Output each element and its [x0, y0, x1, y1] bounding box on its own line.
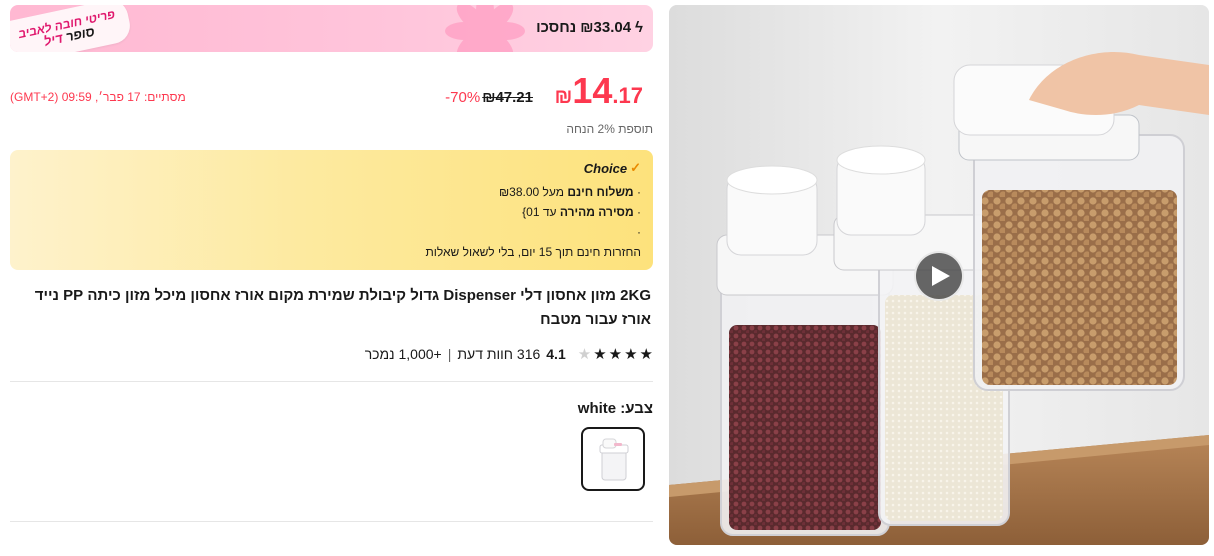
lightning-icon: ϟ: [635, 19, 643, 36]
original-price: -70% ₪47.21: [445, 89, 533, 106]
free-shipping-threshold: מעל ₪38.00: [498, 185, 564, 199]
swatch-thumbnail: [599, 438, 629, 481]
star-icon: ★: [577, 345, 592, 363]
variant-label: צבע: white: [10, 400, 653, 417]
price-fraction: .17: [612, 83, 643, 108]
variant-selected-value: white: [577, 400, 617, 417]
product-main-image[interactable]: [669, 5, 1209, 545]
star-icon: ★: [593, 345, 607, 363]
super-deal-banner: ϟ ₪33.04 נחסכו פריטי חובה לאביב סופר דיל: [10, 5, 653, 52]
product-info-panel: ϟ ₪33.04 נחסכו פריטי חובה לאביב סופר דיל…: [10, 5, 653, 522]
fast-delivery-line: · מסירה מהירה עד 01}: [522, 205, 641, 219]
rating-row: ★ ★ ★ ★ ★ 4.1 316 חוות דעת | +1,000 נמכר: [10, 342, 653, 366]
star-icon: ★: [624, 345, 638, 363]
price-whole: 14: [572, 70, 613, 111]
extra-discount-note: תוספת 2% הנחה: [566, 122, 653, 136]
discount-percent: -70%: [445, 89, 481, 106]
star-icon: ★: [608, 345, 623, 363]
savings-amount: ϟ ₪33.04 נחסכו: [536, 19, 643, 36]
deal-end-time: מסתיים: 17 פבר׳, 09:59 (GMT+2): [10, 90, 186, 104]
flower-decoration: [445, 5, 525, 52]
fast-delivery-label: מסירה מהירה: [559, 205, 634, 219]
play-icon: [932, 266, 950, 286]
strikethrough-price: ₪47.21: [482, 89, 533, 106]
choice-title: ✓ Choice: [22, 160, 641, 176]
choice-benefits-box[interactable]: ✓ Choice · משלוח חינם מעל ₪38.00 · מסירה…: [10, 150, 653, 270]
currency-symbol: ₪: [554, 86, 573, 108]
price-row: ₪ 14 .17 -70% ₪47.21 מסתיים: 17 פבר׳, 09:…: [10, 70, 653, 122]
divider: [10, 381, 653, 382]
deal-tag-highlight: דיל: [42, 30, 65, 50]
fast-delivery-date: עד 01}: [522, 205, 557, 219]
empty-bullet-line: ·: [637, 225, 641, 239]
free-returns-line: החזרות חינם תוך 15 יום, בלי לשאול שאלות: [425, 245, 641, 259]
review-count[interactable]: 316 חוות דעת: [457, 346, 540, 362]
color-swatch-white[interactable]: [581, 427, 645, 491]
divider: [10, 521, 653, 522]
product-title: 2KG מזון אחסון דלי Dispenser גדול קיבולת…: [34, 287, 651, 328]
free-shipping-line: · משלוח חינם מעל ₪38.00: [498, 185, 641, 199]
video-play-button[interactable]: [914, 251, 964, 301]
rating-stars[interactable]: ★ ★ ★ ★ ★: [578, 347, 653, 362]
sold-count: +1,000 נמכר: [364, 346, 442, 362]
variant-name: צבע:: [620, 400, 653, 417]
check-icon: ✓: [630, 160, 641, 175]
rating-value: 4.1: [546, 346, 566, 362]
separator: |: [447, 346, 452, 362]
star-icon: ★: [639, 345, 653, 363]
savings-value: ₪33.04: [580, 19, 632, 36]
super-deal-tag: פריטי חובה לאביב סופר דיל: [10, 5, 134, 52]
savings-label: נחסכו: [536, 19, 577, 36]
current-price: ₪ 14 .17: [549, 70, 643, 112]
free-shipping-label: משלוח חינם: [567, 185, 634, 199]
choice-title-text: Choice: [583, 160, 628, 176]
